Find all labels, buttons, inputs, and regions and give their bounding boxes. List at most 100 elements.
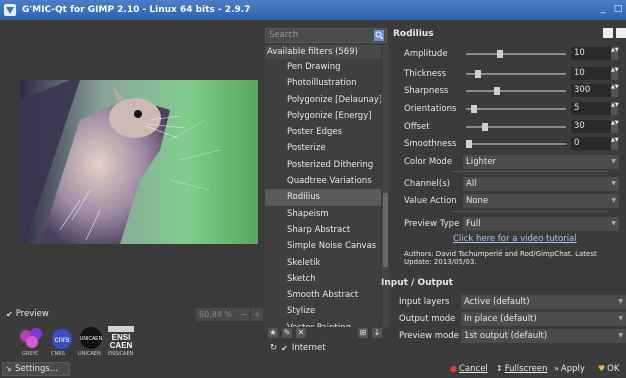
search-input[interactable]: Search bbox=[265, 28, 387, 43]
filter-item[interactable]: Pen Drawing bbox=[265, 59, 381, 75]
fullscreen-label: Fullscreen bbox=[504, 364, 548, 374]
settings-label: Settings... bbox=[15, 364, 58, 374]
preview-image[interactable] bbox=[20, 80, 258, 244]
settings-button[interactable]: ↘ Settings... bbox=[2, 362, 70, 376]
filter-item[interactable]: Sketch bbox=[265, 271, 381, 287]
preview-type-value: Full bbox=[466, 219, 481, 229]
param-label: Orientations bbox=[404, 104, 457, 114]
chevron-down-icon: ▼ bbox=[611, 220, 616, 227]
input-layers-select[interactable]: Active (default) ▼ bbox=[461, 295, 626, 309]
param-slider[interactable] bbox=[466, 50, 566, 58]
param-value-input[interactable]: 10 bbox=[571, 47, 611, 60]
preview-mode-select[interactable]: 1st output (default) ▼ bbox=[461, 329, 626, 343]
expand-all-icon[interactable]: ⊞ bbox=[358, 328, 368, 338]
tutorial-link[interactable]: Click here for a video tutorial bbox=[453, 234, 577, 244]
filter-item[interactable]: Photoillustration bbox=[265, 75, 381, 91]
slider-handle[interactable] bbox=[475, 70, 482, 78]
spin-arrows-icon[interactable]: ▲▼ bbox=[611, 102, 619, 115]
filter-item[interactable]: Shapeism bbox=[265, 206, 381, 222]
param-value-input[interactable]: 300 bbox=[571, 84, 611, 97]
favorite-icon[interactable]: ★ bbox=[268, 328, 278, 338]
param-slider[interactable] bbox=[466, 140, 566, 148]
filter-item[interactable]: Sharp Abstract bbox=[265, 222, 381, 238]
spin-arrows-icon[interactable]: ▲▼ bbox=[611, 47, 619, 60]
filter-list-header[interactable]: Available filters (569) bbox=[265, 45, 381, 59]
refresh-icon[interactable]: ↻ bbox=[270, 343, 277, 353]
param-slider[interactable] bbox=[466, 105, 566, 113]
filter-item[interactable]: Poster Edges bbox=[265, 124, 381, 140]
spin-arrows-icon[interactable]: ▲▼ bbox=[611, 137, 619, 150]
param-slider[interactable] bbox=[466, 87, 566, 95]
reset-icon[interactable] bbox=[616, 28, 626, 38]
scroll-thumb[interactable] bbox=[383, 193, 388, 267]
rename-icon[interactable]: ✎ bbox=[282, 328, 292, 338]
preview-label: Preview bbox=[15, 309, 49, 319]
output-mode-select[interactable]: In place (default) ▼ bbox=[461, 312, 626, 326]
cancel-icon: ● bbox=[450, 364, 457, 373]
filter-item[interactable]: Rodilius bbox=[265, 189, 381, 206]
apply-button[interactable]: » Apply bbox=[554, 362, 585, 376]
chevron-down-icon: ▼ bbox=[611, 197, 616, 204]
minimize-icon[interactable]: _ bbox=[597, 3, 609, 15]
preview-mode-row: Preview mode 1st output (default) ▼ bbox=[399, 329, 626, 343]
param-label: Smoothness bbox=[404, 139, 457, 149]
param-value-input[interactable]: 0 bbox=[571, 137, 611, 150]
channels-label: Channel(s) bbox=[404, 179, 450, 189]
channels-select[interactable]: All ▼ bbox=[463, 177, 619, 191]
param-slider[interactable] bbox=[466, 70, 566, 78]
value-action-select[interactable]: None ▼ bbox=[463, 194, 619, 208]
filter-item[interactable]: Quadtree Variations bbox=[265, 173, 381, 189]
filter-item[interactable]: Simple Noise Canvas bbox=[265, 238, 381, 254]
filter-item[interactable]: Posterized Dithering bbox=[265, 157, 381, 173]
slider-handle[interactable] bbox=[494, 87, 501, 95]
preview-type-label: Preview Type bbox=[404, 219, 460, 229]
filter-item[interactable]: Stylize bbox=[265, 303, 381, 319]
filter-item[interactable]: Polygonize [Delaunay] bbox=[265, 92, 381, 108]
filter-item[interactable]: Skeletik bbox=[265, 255, 381, 271]
slider-handle[interactable] bbox=[497, 50, 504, 58]
param-value-input[interactable]: 30 bbox=[571, 120, 611, 133]
fullscreen-icon: ↕ bbox=[496, 364, 503, 373]
spin-arrows-icon[interactable]: ▲▼ bbox=[611, 120, 619, 133]
separator bbox=[452, 211, 608, 212]
slider-handle[interactable] bbox=[470, 105, 477, 113]
search-icon[interactable] bbox=[374, 30, 384, 41]
param-label: Sharpness bbox=[404, 86, 449, 96]
param-value-input[interactable]: 5 bbox=[571, 102, 611, 115]
copy-icon[interactable] bbox=[603, 28, 613, 38]
apply-icon: » bbox=[554, 364, 559, 373]
input-layers-value: Active (default) bbox=[464, 297, 530, 307]
internet-check-icon[interactable]: ✔ bbox=[281, 344, 288, 353]
delete-icon[interactable]: ✕ bbox=[296, 328, 306, 338]
filter-item[interactable]: Polygonize [Energy] bbox=[265, 108, 381, 124]
maximize-icon[interactable]: □ bbox=[612, 3, 624, 15]
cnrs-logo-text: cnrs bbox=[54, 335, 69, 344]
spin-arrows-icon[interactable]: ▲▼ bbox=[611, 67, 619, 80]
io-title: Input / Output bbox=[381, 278, 453, 288]
zoom-in-icon[interactable]: + bbox=[251, 308, 263, 321]
filter-item[interactable]: Posterize bbox=[265, 140, 381, 156]
filter-parameters-panel: Rodilius Amplitude 10 ▲▼ Thickness 10 ▲▼ Sharp… bbox=[393, 26, 626, 276]
param-row: Thickness 10 ▲▼ bbox=[404, 67, 624, 81]
input-output-panel: Input / Output Input layers Active (defa… bbox=[381, 278, 626, 350]
preview-checkbox[interactable]: ✔ Preview bbox=[6, 309, 49, 319]
param-slider[interactable] bbox=[466, 123, 566, 131]
zoom-out-icon[interactable]: − bbox=[238, 308, 250, 321]
spin-arrows-icon[interactable]: ▲▼ bbox=[611, 84, 619, 97]
cancel-button[interactable]: ● Cancel bbox=[450, 362, 488, 376]
preview-area[interactable] bbox=[12, 26, 264, 302]
filter-item[interactable]: Smooth Abstract bbox=[265, 287, 381, 303]
output-mode-row: Output mode In place (default) ▼ bbox=[399, 312, 626, 326]
slider-handle[interactable] bbox=[466, 140, 472, 148]
zoom-input[interactable]: 60,88 % bbox=[196, 308, 238, 321]
param-value-input[interactable]: 10 bbox=[571, 67, 611, 80]
fullscreen-button[interactable]: ↕ Fullscreen bbox=[496, 362, 548, 376]
preview-type-select[interactable]: Full ▼ bbox=[463, 217, 619, 231]
internet-label: Internet bbox=[291, 343, 326, 353]
color-mode-select[interactable]: Lighter ▼ bbox=[463, 155, 619, 169]
dialog-buttons: ● Cancel ↕ Fullscreen » Apply ♥ OK bbox=[450, 362, 626, 376]
slider-handle[interactable] bbox=[481, 123, 488, 131]
ok-button[interactable]: ♥ OK bbox=[598, 362, 619, 376]
filter-item[interactable]: Vector Painting bbox=[265, 320, 381, 327]
filter-list[interactable]: Available filters (569) Pen Drawing Photo… bbox=[265, 45, 381, 327]
